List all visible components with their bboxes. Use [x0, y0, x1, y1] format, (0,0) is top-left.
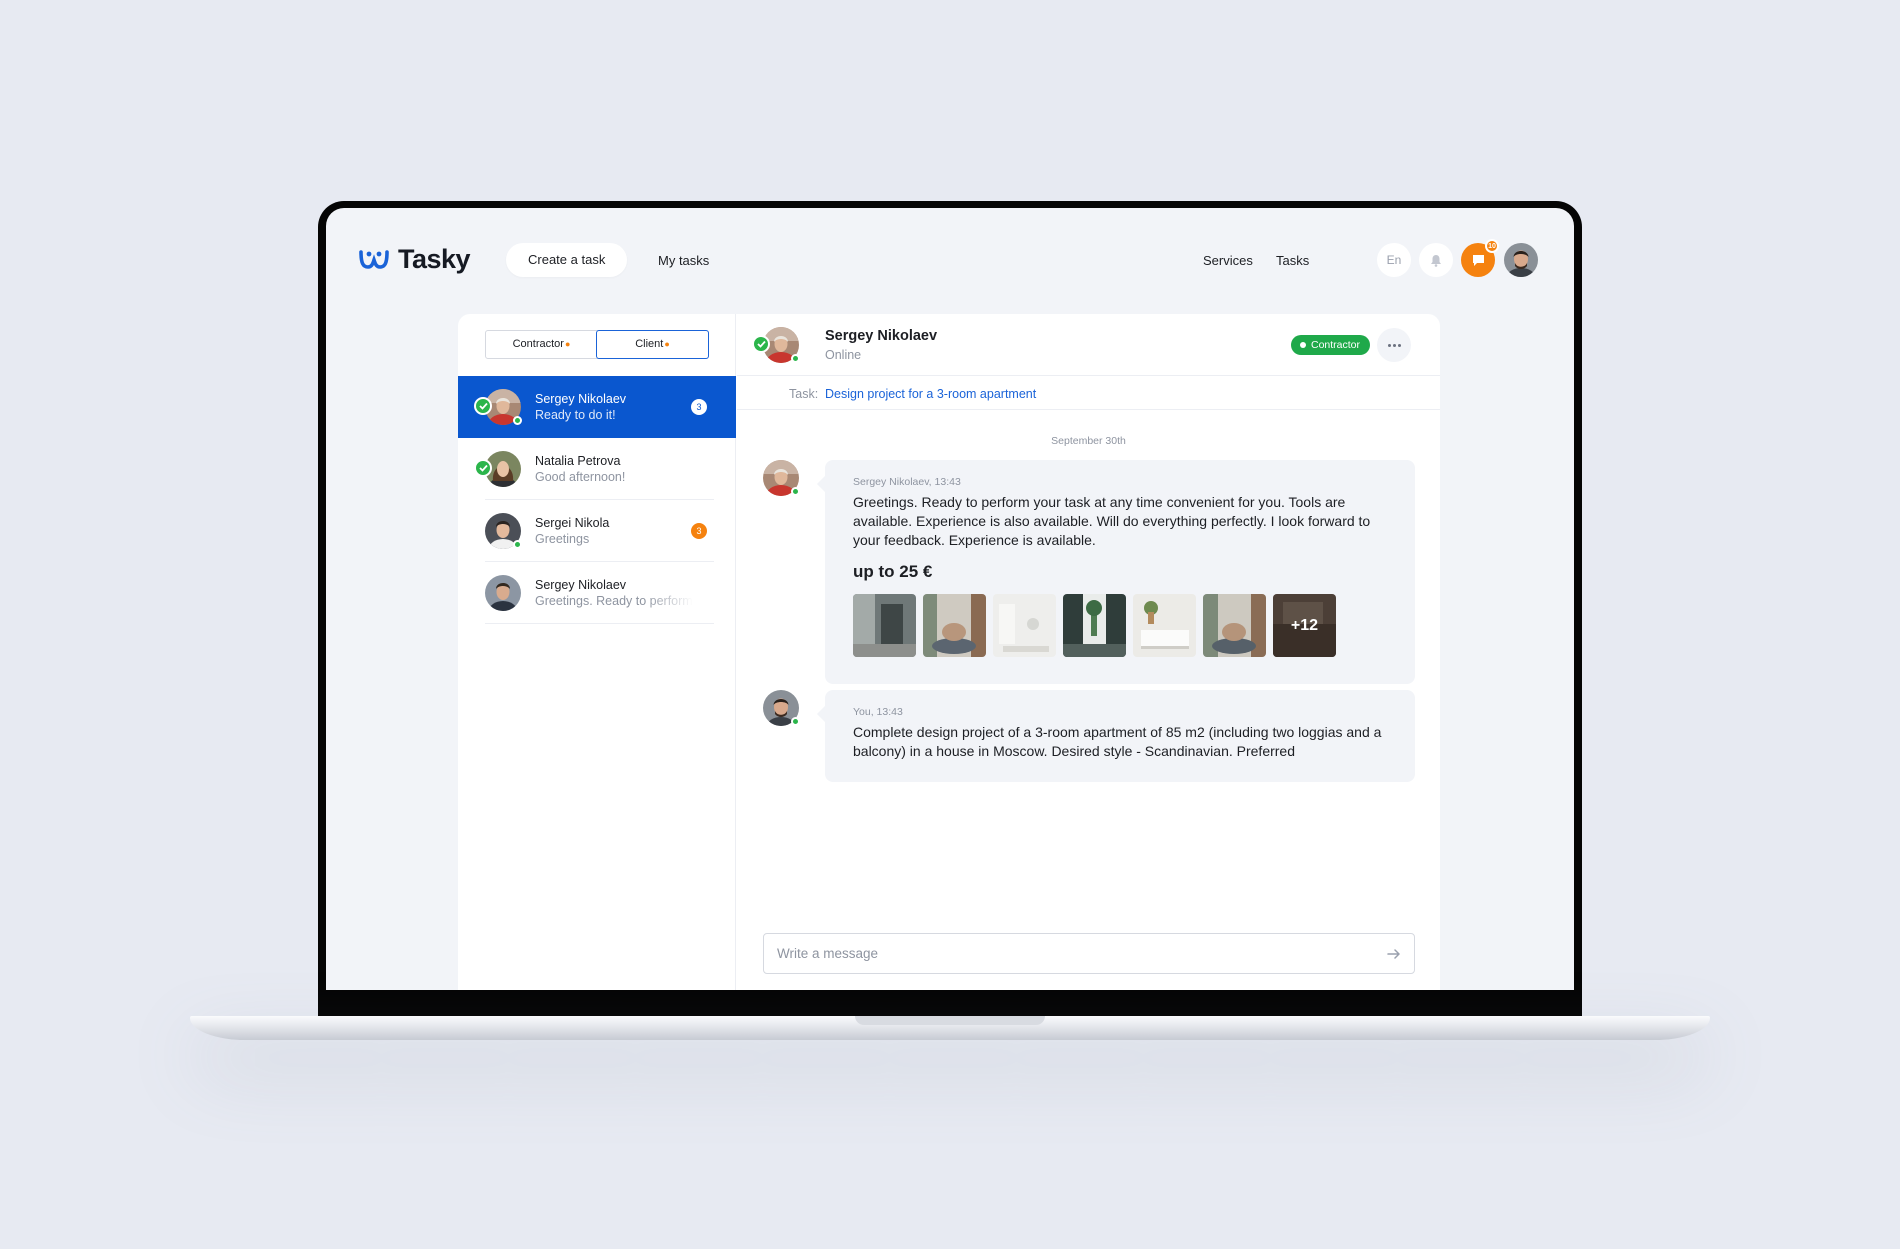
tab-contractor-label: Contractor — [512, 338, 564, 350]
avatar — [485, 575, 521, 611]
offer-price: up to 25 € — [853, 562, 933, 581]
chat-pane: Sergey Nikolaev Online Contractor Task: … — [737, 314, 1440, 990]
date-separator: September 30th — [1051, 435, 1126, 447]
tab-contractor-dot: ● — [564, 339, 571, 349]
bell-icon — [1431, 254, 1441, 267]
tasks-link[interactable]: Tasks — [1276, 253, 1309, 268]
message-text: Greetings. Ready to perform your task at… — [853, 494, 1371, 548]
contact-name: Sergei Nikola — [535, 516, 610, 530]
top-nav: Tasky Create a task My tasks Services Ta… — [326, 208, 1574, 308]
message-composer — [763, 933, 1415, 974]
message-text: Complete design project of a 3-room apar… — [853, 724, 1382, 759]
more-dot — [1387, 343, 1391, 347]
verified-check-icon — [474, 459, 492, 477]
online-indicator — [791, 354, 800, 363]
message-bubble: Sergey Nikolaev, 13:43 Greetings. Ready … — [817, 460, 1415, 684]
tab-client-dot: ● — [664, 339, 670, 349]
contact-name: Sergey Nikolaev — [535, 578, 627, 592]
conversation-sidebar: Contractor● Client● Sergey Nikolaev Read… — [458, 314, 736, 990]
verified-check-icon — [474, 397, 492, 415]
logo[interactable]: Tasky — [358, 244, 471, 275]
message-avatar-wrap — [763, 460, 800, 496]
unread-badge: 3 — [691, 399, 707, 415]
contact-avatar-wrap — [485, 575, 521, 611]
task-reference: Task: Design project for a 3-room apartm… — [737, 376, 1440, 410]
more-dot — [1397, 343, 1401, 347]
language-label: En — [1386, 253, 1402, 267]
contact-last-message: Good afternoon! — [535, 470, 626, 484]
laptop-notch — [855, 1016, 1045, 1025]
my-tasks-link[interactable]: My tasks — [658, 253, 709, 268]
photo-thumbnail[interactable] — [1063, 594, 1126, 657]
task-label: Task: — [789, 387, 819, 401]
photo-thumbnail[interactable] — [1133, 594, 1196, 657]
user-avatar[interactable] — [1504, 243, 1538, 277]
language-button[interactable]: En — [1377, 243, 1411, 277]
more-options-button[interactable] — [1377, 328, 1411, 362]
conversation-item[interactable]: Natalia Petrova Good afternoon! — [458, 438, 736, 500]
photo-thumbnail[interactable] — [1203, 594, 1266, 657]
services-link[interactable]: Services — [1203, 253, 1253, 268]
photo-thumbnail-more[interactable]: +12 — [1273, 594, 1336, 657]
chat-contact-name[interactable]: Sergey Nikolaev — [825, 328, 937, 344]
role-switch: Contractor● Client● — [485, 330, 709, 359]
contact-name: Sergey Nikolaev — [535, 392, 627, 406]
photo-thumbnail[interactable] — [853, 594, 916, 657]
message-meta: Sergey Nikolaev, 13:43 — [853, 476, 961, 488]
photo-thumbnail[interactable] — [993, 594, 1056, 657]
verified-check-icon — [752, 335, 770, 353]
chat-header: Sergey Nikolaev Online Contractor — [737, 314, 1440, 376]
contact-last-message: Greetings. Ready to perform — [535, 594, 693, 608]
contact-last-message: Ready to do it! — [535, 408, 616, 422]
contact-avatar-wrap — [485, 513, 522, 549]
role-badge: Contractor — [1291, 335, 1371, 355]
tab-client-label: Client — [635, 338, 664, 350]
online-indicator — [513, 416, 522, 425]
contact-last-message: Greetings — [535, 532, 590, 546]
chat-icon — [1472, 254, 1484, 266]
conversation-item[interactable]: Sergei Nikola Greetings 3 — [458, 500, 736, 562]
notifications-button[interactable] — [1419, 243, 1453, 277]
message-avatar-wrap — [763, 690, 800, 726]
create-task-button[interactable]: Create a task — [506, 243, 628, 277]
list-divider — [485, 623, 714, 624]
unread-badge: 3 — [691, 523, 707, 539]
message-meta: You, 13:43 — [853, 706, 903, 718]
message-bubble: You, 13:43 Complete design project of a … — [817, 690, 1415, 782]
logo-icon — [359, 249, 389, 269]
messenger-card: Contractor● Client● Sergey Nikolaev Read… — [458, 314, 1440, 990]
online-indicator — [791, 717, 800, 726]
messages-button[interactable]: 10 — [1461, 239, 1499, 277]
more-dot — [1392, 343, 1396, 347]
online-indicator — [791, 487, 800, 496]
more-photos-count: +12 — [1273, 594, 1336, 657]
task-link[interactable]: Design project for a 3-room apartment — [825, 387, 1036, 401]
conversation-item[interactable]: Sergey Nikolaev Greetings. Ready to perf… — [458, 562, 736, 624]
chat-avatar-wrap[interactable] — [752, 327, 800, 363]
contact-avatar-wrap — [474, 389, 522, 425]
messages-count-badge: 10 — [1485, 239, 1499, 253]
tab-client[interactable]: Client● — [596, 330, 709, 359]
chat-contact-status: Online — [825, 348, 862, 362]
message-input[interactable] — [764, 934, 1324, 973]
send-arrow-icon[interactable] — [1386, 946, 1402, 962]
logo-text: Tasky — [398, 244, 471, 274]
contact-name: Natalia Petrova — [535, 454, 621, 468]
photo-thumbnail[interactable] — [923, 594, 986, 657]
conversation-item[interactable]: Sergey Nikolaev Ready to do it! 3 — [458, 376, 736, 438]
contact-avatar-wrap — [474, 451, 521, 487]
app-screen: Tasky Create a task My tasks Services Ta… — [326, 208, 1574, 990]
online-indicator — [513, 540, 522, 549]
photo-gallery: +12 — [853, 594, 1387, 657]
tab-contractor[interactable]: Contractor● — [486, 331, 597, 358]
